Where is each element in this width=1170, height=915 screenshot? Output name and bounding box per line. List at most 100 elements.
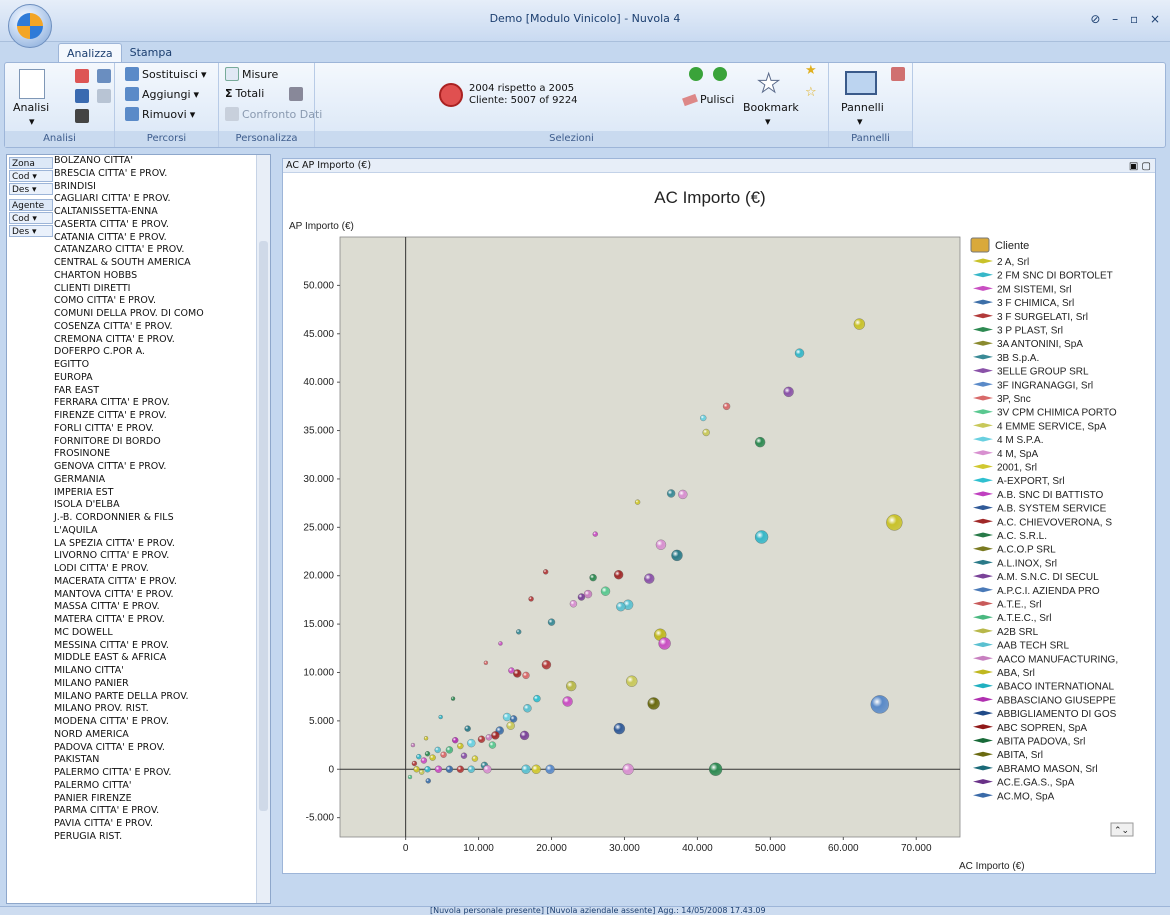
data-point[interactable] <box>445 746 454 754</box>
data-point[interactable] <box>569 600 578 608</box>
data-point[interactable] <box>523 704 532 713</box>
data-point[interactable] <box>508 667 515 674</box>
list-item[interactable]: CALTANISSETTA-ENNA <box>53 206 258 219</box>
pannelli-button[interactable]: Pannelli <box>841 101 884 114</box>
delete-icon[interactable] <box>75 69 89 83</box>
data-point[interactable] <box>477 735 486 743</box>
data-point[interactable] <box>708 762 723 776</box>
data-point[interactable] <box>522 671 530 680</box>
data-point[interactable] <box>483 660 489 665</box>
analisi-button[interactable]: Analisi <box>13 101 49 114</box>
list-item[interactable]: MACERATA CITTA' E PROV. <box>53 576 258 589</box>
data-point[interactable] <box>424 751 431 757</box>
list-item[interactable]: IMPERIA EST <box>53 487 258 500</box>
list-item[interactable]: MILANO CITTA' <box>53 665 258 678</box>
dimension-zona[interactable]: Zona <box>9 157 53 169</box>
data-point[interactable] <box>452 737 459 744</box>
list-item[interactable]: J.-B. CORDONNIER & FILS <box>53 512 258 525</box>
data-point[interactable] <box>471 755 479 762</box>
list-item[interactable]: PALERMO CITTA' E PROV. <box>53 767 258 780</box>
data-point[interactable] <box>509 715 518 723</box>
data-point[interactable] <box>460 752 468 759</box>
list-item[interactable]: CLIENTI DIRETTI <box>53 283 258 296</box>
rimuovi-button[interactable]: Rimuovi ▾ <box>125 107 195 121</box>
dimension-des[interactable]: Des ▾ <box>9 183 53 195</box>
list-item[interactable]: PALERMO CITTA' <box>53 780 258 793</box>
data-point[interactable] <box>464 725 471 732</box>
chevron-down-icon[interactable]: ▾ <box>857 115 863 128</box>
data-point[interactable] <box>450 696 456 701</box>
data-point[interactable] <box>613 570 624 580</box>
totali-button[interactable]: Σ Totali <box>225 87 264 100</box>
list-item[interactable]: CATANIA CITTA' E PROV. <box>53 232 258 245</box>
data-point[interactable] <box>485 734 492 741</box>
list-item[interactable]: GERMANIA <box>53 474 258 487</box>
data-point[interactable] <box>577 593 586 601</box>
list-item[interactable]: COMO CITTA' E PROV. <box>53 295 258 308</box>
data-point[interactable] <box>589 573 597 582</box>
scrollbar-thumb[interactable] <box>259 241 268 811</box>
close-panel-icon[interactable] <box>891 67 905 81</box>
data-point[interactable] <box>410 742 416 748</box>
data-point[interactable] <box>502 712 512 722</box>
data-point[interactable] <box>528 596 534 602</box>
data-point[interactable] <box>440 751 447 758</box>
data-point[interactable] <box>566 680 577 692</box>
data-point[interactable] <box>488 741 497 749</box>
data-point[interactable] <box>622 763 634 775</box>
list-item[interactable]: PERUGIA RIST. <box>53 831 258 844</box>
data-point[interactable] <box>667 489 676 498</box>
data-point[interactable] <box>533 694 541 703</box>
zone-list[interactable]: BOLZANO CITTA' BRESCIA CITTA' E PROV. BRIN… <box>53 155 258 903</box>
data-point[interactable] <box>434 746 441 754</box>
misure-button[interactable]: Misure <box>225 67 278 81</box>
aggiungi-button[interactable]: Aggiungi ▾ <box>125 87 199 101</box>
data-point[interactable] <box>456 765 465 773</box>
data-point[interactable] <box>425 778 431 784</box>
dimension-agente[interactable]: Agente <box>9 199 53 211</box>
list-item[interactable]: CHARTON HOBBS <box>53 270 258 283</box>
data-point[interactable] <box>794 348 805 358</box>
list-item[interactable]: PADOVA CITTA' E PROV. <box>53 742 258 755</box>
list-item[interactable]: MESSINA CITTA' E PROV. <box>53 640 258 653</box>
list-item[interactable]: EGITTO <box>53 359 258 372</box>
list-item[interactable]: CREMONA CITTA' E PROV. <box>53 334 258 347</box>
data-point[interactable] <box>547 618 556 626</box>
data-point[interactable] <box>616 602 626 612</box>
copy-icon[interactable] <box>97 69 111 83</box>
list-item[interactable]: FORLI CITTA' E PROV. <box>53 423 258 436</box>
data-point[interactable] <box>420 757 428 764</box>
legend-filter-icon[interactable] <box>970 237 990 253</box>
list-item[interactable]: COMUNI DELLA PROV. DI COMO <box>53 308 258 321</box>
list-item[interactable]: LA SPEZIA CITTA' E PROV. <box>53 538 258 551</box>
data-point[interactable] <box>407 774 413 780</box>
add-bookmark-icon[interactable]: ★ <box>805 63 817 78</box>
dimension-des[interactable]: Des ▾ <box>9 225 53 237</box>
list-item[interactable]: FERRARA CITTA' E PROV. <box>53 397 258 410</box>
list-item[interactable]: CAGLIARI CITTA' E PROV. <box>53 193 258 206</box>
export-icon[interactable] <box>97 89 111 103</box>
list-item[interactable]: MC DOWELL <box>53 627 258 640</box>
sostituisci-button[interactable]: Sostituisci ▾ <box>125 67 207 81</box>
data-point[interactable] <box>521 764 531 774</box>
data-point[interactable] <box>467 738 476 748</box>
list-item[interactable]: FORNITORE DI BORDO <box>53 436 258 449</box>
list-item[interactable]: LODI CITTA' E PROV. <box>53 563 258 576</box>
list-item[interactable]: CENTRAL & SOUTH AMERICA <box>53 257 258 270</box>
data-point[interactable] <box>434 765 443 773</box>
list-item[interactable]: PAKISTAN <box>53 754 258 767</box>
data-point[interactable] <box>516 629 522 635</box>
list-item[interactable]: MODENA CITTA' E PROV. <box>53 716 258 729</box>
list-item[interactable]: BOLZANO CITTA' <box>53 155 258 168</box>
list-item[interactable]: PAVIA CITTA' E PROV. <box>53 818 258 831</box>
data-point[interactable] <box>700 414 707 422</box>
data-point[interactable] <box>531 764 541 774</box>
data-point[interactable] <box>416 754 422 760</box>
data-point[interactable] <box>583 589 593 599</box>
selection-icon[interactable] <box>439 83 463 107</box>
data-point[interactable] <box>647 697 660 710</box>
data-point[interactable] <box>678 489 688 500</box>
data-point[interactable] <box>870 695 889 714</box>
list-item[interactable]: MATERA CITTA' E PROV. <box>53 614 258 627</box>
list-item[interactable]: MILANO PARTE DELLA PROV. <box>53 691 258 704</box>
